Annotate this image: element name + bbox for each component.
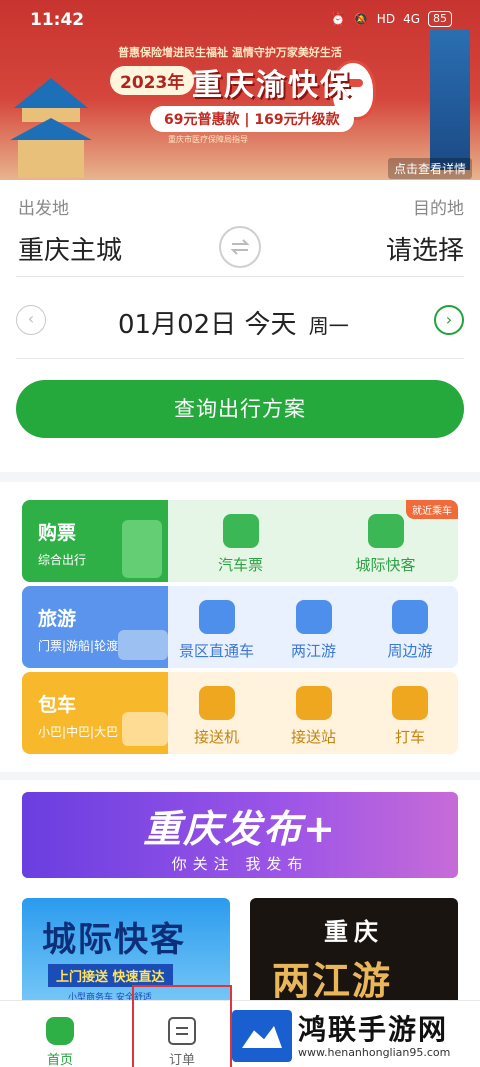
- service-label: 城际快客: [355, 556, 416, 574]
- banner-detail-link[interactable]: 点击查看详情: [387, 158, 472, 179]
- card-title: 城际快客: [42, 920, 186, 960]
- ship-icon: [118, 630, 168, 660]
- trip-search-card: 出发地 目的地 重庆主城 请选择 ‹ 01月02日 今天 周一 › 查询出行方案: [0, 180, 480, 472]
- service-head-tickets[interactable]: 购票 综合出行: [22, 500, 168, 582]
- mountain-icon: [392, 600, 428, 634]
- service-row-charter: 包车 小巴|中巴|大巴 接送机 接送站 打车: [22, 672, 458, 754]
- next-date-button[interactable]: ›: [434, 305, 464, 335]
- service-bus-ticket[interactable]: 汽车票: [168, 500, 313, 582]
- banner-title: 重庆渝快保: [192, 68, 352, 103]
- coach-icon: [122, 712, 168, 746]
- service-nearby-tour[interactable]: 周边游: [362, 586, 458, 668]
- date-value: 01月02日: [118, 310, 237, 340]
- banner-year: 2023年: [110, 66, 195, 95]
- service-title: 旅游: [38, 608, 77, 630]
- service-label: 景区直通车: [178, 642, 254, 660]
- from-label: 出发地: [18, 199, 69, 219]
- to-label: 目的地: [413, 199, 464, 219]
- service-scenic-bus[interactable]: 景区直通车: [168, 586, 265, 668]
- nav-home-label: 首页: [46, 1053, 73, 1067]
- service-river-cruise[interactable]: 两江游: [265, 586, 362, 668]
- battery-icon: 85: [428, 11, 452, 27]
- station-car-icon: [295, 686, 332, 720]
- status-bar: 11:42 ⏰ 🔕 HD 4G 85: [0, 0, 480, 40]
- weekday-value: 周一: [308, 314, 349, 338]
- bus-icon: [367, 514, 404, 548]
- day-value: 今天: [244, 310, 297, 340]
- services-grid: 购票 综合出行 汽车票 就近乘车 城际快客 旅游 门票|游船|轮渡 景区直通车 …: [0, 482, 480, 772]
- home-icon: [46, 1017, 74, 1045]
- swap-icon: [230, 239, 250, 255]
- card-tagline: 上门接送 快速直达: [48, 964, 173, 987]
- watermark-url: www.henanhonglian95.com: [298, 1046, 451, 1059]
- river-cruise-promo-card[interactable]: 重庆 两江游: [250, 898, 458, 1008]
- from-city[interactable]: 重庆主城: [18, 230, 122, 267]
- card-title-main: 两江游: [272, 959, 393, 1003]
- swap-cities-button[interactable]: [219, 226, 261, 268]
- divider: [16, 276, 464, 277]
- chevron-right-icon: ›: [445, 310, 453, 329]
- nav-orders[interactable]: 订单: [132, 985, 232, 1067]
- service-airport-transfer[interactable]: 接送机: [168, 672, 265, 754]
- signal-icon: 4G: [403, 12, 420, 26]
- service-label: 两江游: [290, 642, 336, 660]
- nav-orders-label: 订单: [168, 1053, 195, 1067]
- service-station-transfer[interactable]: 接送站: [265, 672, 362, 754]
- date-selector[interactable]: 01月02日 今天 周一: [118, 304, 349, 341]
- service-label: 接送机: [193, 728, 239, 746]
- scenic-bus-icon: [198, 600, 235, 634]
- chevron-left-icon: ‹: [27, 309, 35, 328]
- luggage-icon: [122, 520, 162, 578]
- search-trip-button[interactable]: 查询出行方案: [16, 380, 464, 438]
- promo-banner-top[interactable]: 11:42 ⏰ 🔕 HD 4G 85 普惠保险增进民生福祉 温情守护万家美好生活…: [0, 0, 480, 180]
- service-intercity[interactable]: 就近乘车 城际快客: [313, 500, 458, 582]
- nearby-tag: 就近乘车: [406, 500, 458, 519]
- watermark-title: 鸿联手游网: [298, 1013, 449, 1046]
- nav-home[interactable]: 首页: [12, 1001, 108, 1067]
- promo-banner-title: 重庆发布+: [143, 807, 337, 851]
- to-city[interactable]: 请选择: [386, 230, 464, 267]
- service-label: 打车: [394, 728, 425, 746]
- plane-car-icon: [198, 686, 235, 720]
- promo-section: 重庆发布+ 你关注 我发布 城际快客 上门接送 快速直达 小型商务车 安全舒适 …: [0, 780, 480, 1008]
- status-icons: ⏰ 🔕 HD 4G 85: [331, 11, 452, 27]
- service-row-tickets: 购票 综合出行 汽车票 就近乘车 城际快客: [22, 500, 458, 582]
- service-head-charter[interactable]: 包车 小巴|中巴|大巴: [22, 672, 168, 754]
- divider: [16, 358, 464, 359]
- skyscraper-illustration: [430, 30, 470, 170]
- banner-price: 69元普惠款 | 169元升级款: [150, 106, 354, 132]
- prev-date-button[interactable]: ‹: [16, 305, 46, 335]
- chongqing-release-banner[interactable]: 重庆发布+ 你关注 我发布: [22, 792, 458, 878]
- taxi-icon: [392, 686, 428, 720]
- status-time: 11:42: [30, 10, 85, 30]
- service-row-travel: 旅游 门票|游船|轮渡 景区直通车 两江游 周边游: [22, 586, 458, 668]
- banner-slogan: 普惠保险增进民生福祉 温情守护万家美好生活: [118, 46, 342, 59]
- alarm-icon: ⏰: [330, 12, 346, 26]
- card-title-top: 重庆: [324, 918, 384, 946]
- service-label: 汽车票: [217, 556, 263, 574]
- orders-icon: [168, 1017, 196, 1045]
- boat-icon: [295, 600, 332, 634]
- promo-banner-subtitle: 你关注 我发布: [171, 855, 309, 873]
- temple-illustration: [8, 78, 94, 178]
- watermark-logo-icon: [232, 1010, 292, 1062]
- car-icon: [222, 514, 259, 548]
- hd-icon: HD: [376, 12, 396, 26]
- banner-fine-print: 重庆市医疗保障局指导: [168, 135, 248, 144]
- service-taxi[interactable]: 打车: [362, 672, 458, 754]
- service-head-travel[interactable]: 旅游 门票|游船|轮渡: [22, 586, 168, 668]
- mute-icon: 🔕: [353, 12, 369, 26]
- service-label: 周边游: [387, 642, 433, 660]
- service-label: 接送站: [290, 728, 336, 746]
- site-watermark: 鸿联手游网 www.henanhonglian95.com: [232, 1004, 480, 1067]
